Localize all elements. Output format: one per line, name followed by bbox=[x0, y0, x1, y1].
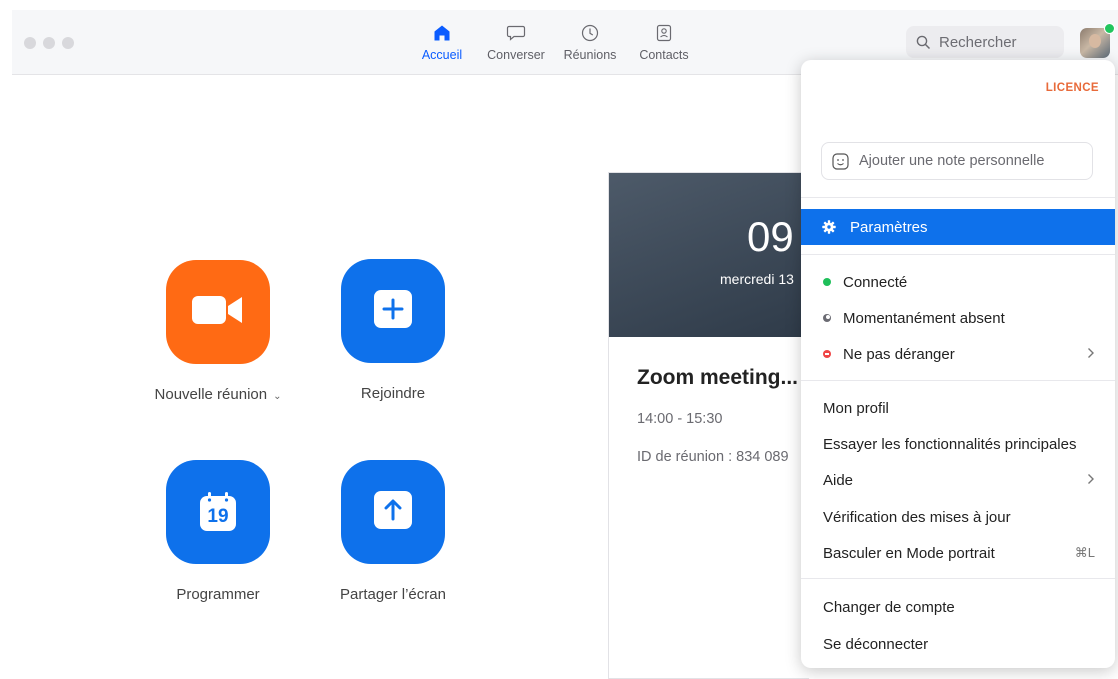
share-screen-action: Partager l’écran bbox=[303, 460, 483, 603]
maximize-window-button[interactable] bbox=[62, 37, 74, 49]
calendar-day: 19 bbox=[207, 506, 229, 527]
meeting-hours: 14:00 - 15:30 bbox=[637, 411, 723, 427]
join-button[interactable] bbox=[341, 259, 445, 363]
tab-contacts[interactable]: Contacts bbox=[627, 22, 701, 62]
menu-item-label: Aide bbox=[823, 471, 854, 489]
menu-item-settings[interactable]: Paramètres bbox=[801, 209, 1115, 245]
meeting-title[interactable]: Zoom meeting... bbox=[637, 366, 798, 390]
schedule-action: 19 Programmer bbox=[128, 460, 308, 603]
menu-item-help[interactable]: Aide bbox=[801, 462, 1115, 498]
menu-item-switch-account[interactable]: Changer de compte bbox=[801, 589, 1115, 625]
avatar[interactable] bbox=[1080, 23, 1115, 58]
upload-arrow-icon bbox=[374, 490, 412, 534]
menu-item-label: Changer de compte bbox=[823, 598, 955, 616]
menu-item-label: Se déconnecter bbox=[823, 635, 929, 653]
schedule-label: Programmer bbox=[176, 586, 260, 603]
menu-item-status-away[interactable]: Momentanément absent bbox=[801, 300, 1115, 336]
menu-divider bbox=[801, 380, 1115, 381]
window-controls bbox=[24, 37, 74, 49]
status-away-icon bbox=[823, 314, 831, 322]
menu-item-label: Ne pas déranger bbox=[843, 345, 955, 363]
keyboard-shortcut: ⌘L bbox=[1074, 545, 1095, 560]
menu-item-label: Connecté bbox=[843, 273, 908, 291]
menu-item-label: Essayer les fonctionnalités principales bbox=[823, 435, 1077, 453]
menu-item-status-dnd[interactable]: Ne pas déranger bbox=[801, 336, 1115, 372]
meeting-id: ID de réunion : 834 089 bbox=[637, 449, 789, 465]
current-time: 09 bbox=[747, 213, 794, 260]
clock-icon bbox=[553, 22, 627, 44]
join-action: Rejoindre bbox=[303, 259, 483, 402]
minimize-window-button[interactable] bbox=[43, 37, 55, 49]
menu-divider bbox=[801, 578, 1115, 579]
share-screen-label: Partager l’écran bbox=[340, 586, 446, 603]
menu-item-check-updates[interactable]: Vérification des mises à jour bbox=[801, 499, 1115, 535]
home-icon bbox=[405, 22, 479, 44]
tab-label: Réunions bbox=[563, 48, 617, 62]
menu-divider bbox=[801, 197, 1115, 198]
search-box[interactable] bbox=[906, 26, 1064, 58]
menu-divider bbox=[801, 254, 1115, 255]
search-input[interactable] bbox=[937, 32, 1061, 52]
chevron-right-icon bbox=[1087, 473, 1095, 488]
new-meeting-label: Nouvelle réunion bbox=[154, 386, 268, 403]
new-meeting-button[interactable] bbox=[166, 260, 270, 364]
tab-label: Accueil bbox=[421, 48, 463, 62]
personal-note-field[interactable]: Ajouter une note personnelle bbox=[821, 142, 1093, 180]
tab-accueil[interactable]: Accueil bbox=[405, 22, 479, 62]
tab-reunions[interactable]: Réunions bbox=[553, 22, 627, 62]
current-date: mercredi 13 bbox=[720, 271, 794, 287]
menu-item-label: Mon profil bbox=[823, 399, 889, 417]
avatar-face bbox=[1089, 34, 1101, 48]
card-header-image: 09 mercredi 13 bbox=[609, 173, 809, 337]
status-available-icon bbox=[823, 278, 831, 286]
plus-icon bbox=[374, 289, 412, 333]
calendar-icon: 19 bbox=[198, 491, 238, 533]
profile-menu: LICENCE Ajouter une note personnelle Par… bbox=[801, 60, 1115, 668]
tab-converser[interactable]: Converser bbox=[479, 22, 553, 62]
video-camera-icon bbox=[192, 294, 244, 331]
licence-badge: LICENCE bbox=[1045, 82, 1099, 94]
chevron-right-icon bbox=[1087, 347, 1095, 362]
new-meeting-action: Nouvelle réunion ⌄ bbox=[128, 260, 308, 403]
menu-item-try-features[interactable]: Essayer les fonctionnalités principales bbox=[801, 426, 1115, 462]
join-label: Rejoindre bbox=[360, 385, 426, 402]
online-status-dot bbox=[1104, 23, 1115, 34]
menu-item-status-connected[interactable]: Connecté bbox=[801, 264, 1115, 300]
status-dnd-icon bbox=[823, 350, 831, 358]
share-screen-button[interactable] bbox=[341, 460, 445, 564]
close-window-button[interactable] bbox=[24, 37, 36, 49]
menu-item-profile[interactable]: Mon profil bbox=[801, 390, 1115, 426]
menu-item-portrait-mode[interactable]: Basculer en Mode portrait ⌘L bbox=[801, 535, 1115, 571]
menu-item-label: Vérification des mises à jour bbox=[823, 508, 1011, 526]
chat-bubble-icon bbox=[479, 22, 553, 44]
top-nav: Accueil Converser Réunions Contacts bbox=[405, 22, 701, 62]
new-meeting-label-row[interactable]: Nouvelle réunion ⌄ bbox=[128, 386, 308, 403]
menu-item-label: Momentanément absent bbox=[843, 309, 1005, 327]
tab-label: Converser bbox=[487, 48, 545, 62]
personal-note-placeholder: Ajouter une note personnelle bbox=[859, 153, 1045, 169]
upcoming-meeting-card: 09 mercredi 13 Zoom meeting... 14:00 - 1… bbox=[608, 172, 809, 679]
menu-item-sign-out[interactable]: Se déconnecter bbox=[801, 626, 1115, 662]
menu-item-label: Paramètres bbox=[850, 218, 928, 236]
menu-item-label: Basculer en Mode portrait bbox=[823, 544, 995, 562]
schedule-button[interactable]: 19 bbox=[166, 460, 270, 564]
smiley-icon bbox=[832, 152, 849, 170]
contact-card-icon bbox=[627, 22, 701, 44]
search-icon bbox=[916, 35, 931, 50]
gear-icon bbox=[822, 220, 836, 234]
tab-label: Contacts bbox=[639, 48, 689, 62]
chevron-down-icon[interactable]: ⌄ bbox=[273, 391, 281, 402]
